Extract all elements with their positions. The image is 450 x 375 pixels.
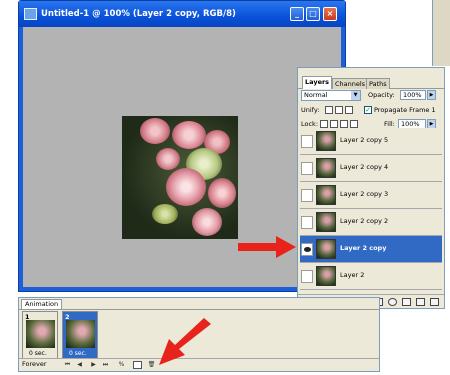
layer-name: Layer 2 copy 4 [340, 163, 389, 171]
propagate-checkbox[interactable]: ✓ [364, 106, 372, 114]
layer-list: Layer 2 copy 5 Layer 2 copy 4 Layer 2 co… [300, 128, 442, 293]
layers-panel-tabs: Layers Channels Paths [298, 76, 444, 89]
animation-frame-selected[interactable]: 2 0 sec. [62, 311, 98, 359]
loop-select[interactable]: Forever [20, 360, 58, 370]
unify-position-icon[interactable] [325, 106, 333, 114]
layer-name: Layer 2 copy 5 [340, 136, 389, 144]
opacity-input[interactable]: 100% [400, 90, 426, 100]
tab-channels[interactable]: Channels [332, 78, 369, 89]
blend-mode-select[interactable]: Normal ▼ [301, 90, 361, 101]
tween-icon[interactable]: % [117, 361, 126, 369]
lock-transparent-icon[interactable] [320, 120, 328, 128]
tab-paths[interactable]: Paths [366, 78, 390, 89]
eye-icon [304, 247, 311, 252]
visibility-toggle[interactable] [301, 216, 313, 229]
layer-row[interactable]: Layer 2 copy 2 [300, 209, 442, 236]
layer-thumbnail [316, 239, 336, 259]
lock-all-icon[interactable] [350, 120, 358, 128]
unify-style-icon[interactable] [345, 106, 353, 114]
visibility-toggle[interactable] [301, 243, 313, 256]
layer-thumbnail [316, 158, 336, 178]
play-icon[interactable]: ▶ [89, 361, 98, 369]
layer-name: Layer 2 copy 2 [340, 217, 389, 225]
layer-row[interactable]: Layer 2 copy 4 [300, 155, 442, 182]
first-frame-icon[interactable]: ⏮ [63, 361, 72, 369]
layer-row[interactable]: Layer 2 copy 5 [300, 128, 442, 155]
layer-row[interactable]: Layer 2 [300, 263, 442, 290]
tab-animation[interactable]: Animation [21, 299, 63, 309]
layer-thumbnail [316, 131, 336, 151]
duplicate-frame-icon[interactable] [133, 361, 142, 369]
visibility-toggle[interactable] [301, 162, 313, 175]
visibility-toggle[interactable] [301, 270, 313, 283]
frame-delay[interactable]: 0 sec. [29, 350, 47, 357]
red-arrow-pointing-right [238, 236, 296, 258]
layer-thumbnail [316, 185, 336, 205]
background-window-edge [432, 0, 450, 66]
layer-row[interactable]: Layer 2 copy 3 [300, 182, 442, 209]
divider [19, 309, 379, 310]
frame-thumbnail [66, 320, 95, 348]
opacity-arrow-button[interactable]: ▶ [427, 90, 436, 100]
adjustment-layer-icon[interactable] [388, 298, 397, 306]
chevron-down-icon: ▼ [351, 91, 360, 100]
visibility-toggle[interactable] [301, 189, 313, 202]
blend-mode-value: Normal [304, 91, 328, 99]
visibility-toggle[interactable] [301, 135, 313, 148]
layer-name: Layer 2 [340, 271, 365, 279]
layer-name: Layer 2 copy 3 [340, 190, 389, 198]
unify-visibility-icon[interactable] [335, 106, 343, 114]
minimize-button[interactable]: _ [290, 7, 304, 21]
photoshop-doc-icon [24, 8, 37, 20]
new-layer-icon[interactable] [416, 298, 425, 306]
trash-icon[interactable] [430, 298, 439, 306]
layer-name: Layer 2 copy [340, 244, 387, 252]
document-titlebar[interactable]: Untitled-1 @ 100% (Layer 2 copy, RGB/8) … [19, 1, 345, 27]
unify-label: Unify: [301, 106, 320, 114]
lock-move-icon[interactable] [340, 120, 348, 128]
tab-layers[interactable]: Layers [302, 76, 333, 89]
frame-thumbnail [26, 320, 55, 348]
document-title: Untitled-1 @ 100% (Layer 2 copy, RGB/8) [41, 9, 236, 19]
previous-frame-icon[interactable]: ◀ [75, 361, 84, 369]
propagate-label: Propagate Frame 1 [374, 106, 436, 114]
begonia-photo [122, 116, 238, 239]
layer-row-selected[interactable]: Layer 2 copy [300, 236, 442, 263]
frame-delay[interactable]: 0 sec. [69, 350, 87, 357]
layers-panel: Layers Channels Paths Normal ▼ Opacity: … [297, 67, 445, 309]
next-frame-icon[interactable]: ⏭ [101, 361, 110, 369]
new-group-icon[interactable] [402, 298, 411, 306]
lock-brush-icon[interactable] [330, 120, 338, 128]
close-button[interactable]: × [323, 7, 337, 21]
layer-thumbnail [316, 212, 336, 232]
red-arrow-pointing-down-left [159, 318, 211, 365]
animation-frame[interactable]: 1 0 sec. [22, 311, 58, 359]
maximize-button[interactable]: □ [306, 7, 320, 21]
layer-thumbnail [316, 266, 336, 286]
